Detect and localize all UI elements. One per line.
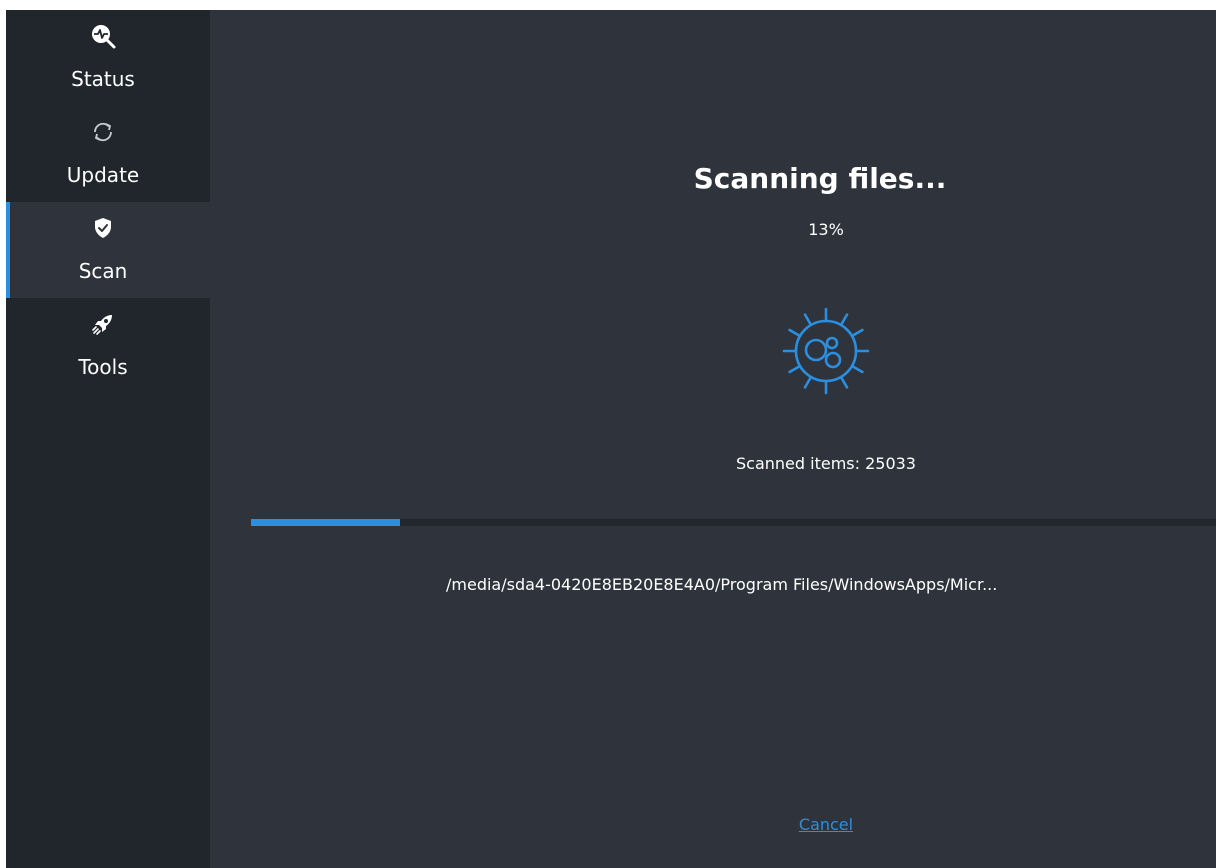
scanned-items-count: Scanned items: 25033 bbox=[736, 454, 916, 473]
sidebar-item-label: Tools bbox=[78, 355, 128, 379]
sidebar-item-status[interactable]: Status bbox=[6, 10, 210, 106]
sidebar-item-label: Scan bbox=[78, 259, 128, 283]
scan-progress-bar bbox=[251, 519, 1216, 526]
update-icon bbox=[89, 118, 117, 146]
scan-percent: 13% bbox=[808, 220, 844, 239]
scan-progress-fill bbox=[251, 519, 400, 526]
current-file-path: /media/sda4-0420E8EB20E8E4A0/Program Fil… bbox=[446, 575, 998, 594]
sidebar-item-label: Update bbox=[66, 163, 140, 187]
sidebar-item-label: Status bbox=[71, 67, 135, 91]
rocket-icon bbox=[89, 310, 117, 338]
sidebar: Status Update Scan Tools bbox=[6, 10, 210, 868]
app-window: Status Update Scan Tools Scanning files.… bbox=[6, 10, 1216, 868]
shield-check-icon bbox=[89, 214, 117, 242]
sidebar-item-update[interactable]: Update bbox=[6, 106, 210, 202]
cancel-link[interactable]: Cancel bbox=[766, 815, 886, 834]
sidebar-item-scan[interactable]: Scan bbox=[6, 202, 210, 298]
scan-title: Scanning files... bbox=[693, 162, 947, 195]
status-icon bbox=[89, 22, 117, 50]
virus-icon bbox=[770, 295, 882, 407]
sidebar-item-tools[interactable]: Tools bbox=[6, 298, 210, 394]
